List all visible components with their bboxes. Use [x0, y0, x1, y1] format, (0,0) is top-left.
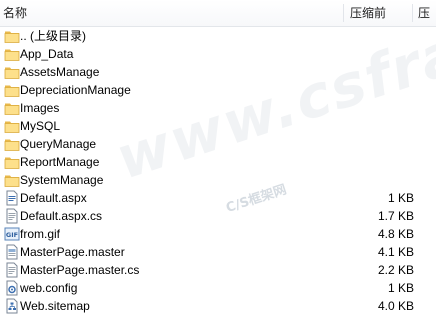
column-divider[interactable] — [343, 4, 344, 22]
column-divider[interactable] — [412, 4, 413, 22]
file-row[interactable]: GIF from.gif 4.8 KB — [0, 225, 436, 243]
column-header-size[interactable]: 压缩前 — [350, 0, 386, 26]
cs-file-icon — [4, 208, 20, 224]
master-file-icon — [4, 244, 20, 260]
file-name: Default.aspx.cs — [20, 209, 103, 223]
file-row[interactable]: Default.aspx 1 KB — [0, 189, 436, 207]
file-row[interactable]: web.config 1 KB — [0, 279, 436, 297]
file-name: from.gif — [20, 227, 61, 241]
folder-row[interactable]: Images — [0, 99, 436, 117]
folder-icon — [4, 100, 20, 116]
file-size: 1 KB — [387, 281, 414, 295]
file-name: QueryManage — [20, 137, 97, 151]
folder-icon — [4, 172, 20, 188]
file-name: MasterPage.master — [20, 245, 125, 259]
folder-row[interactable]: AssetsManage — [0, 63, 436, 81]
folder-row[interactable]: App_Data — [0, 45, 436, 63]
file-size: 4.1 KB — [377, 245, 414, 259]
file-size: 4.0 KB — [377, 299, 414, 313]
file-size: 2.2 KB — [377, 263, 414, 277]
file-row[interactable]: MasterPage.master.cs 2.2 KB — [0, 261, 436, 279]
cs-file-icon — [4, 262, 20, 278]
column-header-name[interactable]: 名称 — [3, 0, 27, 26]
column-header-compressed[interactable]: 压 — [418, 0, 430, 26]
file-size: 1 KB — [387, 191, 414, 205]
gif-file-icon: GIF — [4, 226, 20, 242]
folder-icon — [4, 46, 20, 62]
file-name: SystemManage — [20, 173, 104, 187]
file-row[interactable]: MasterPage.master 4.1 KB — [0, 243, 436, 261]
file-name: ReportManage — [20, 155, 100, 169]
folder-row[interactable]: MySQL — [0, 117, 436, 135]
folder-icon — [4, 28, 20, 44]
aspx-file-icon — [4, 190, 20, 206]
folder-row[interactable]: QueryManage — [0, 135, 436, 153]
config-file-icon — [4, 280, 20, 296]
file-name: Web.sitemap — [20, 299, 90, 313]
folder-icon — [4, 118, 20, 134]
svg-text:GIF: GIF — [6, 231, 18, 239]
file-size: 4.8 KB — [377, 227, 414, 241]
sitemap-file-icon — [4, 298, 20, 314]
folder-icon — [4, 154, 20, 170]
folder-row[interactable]: DepreciationManage — [0, 81, 436, 99]
file-name: MySQL — [20, 119, 61, 133]
file-row[interactable]: Web.sitemap 4.0 KB — [0, 297, 436, 315]
folder-icon — [4, 136, 20, 152]
folder-icon — [4, 64, 20, 80]
file-name: Default.aspx — [20, 191, 87, 205]
file-name: DepreciationManage — [20, 83, 131, 97]
file-name: MasterPage.master.cs — [20, 263, 140, 277]
folder-row[interactable]: ReportManage — [0, 153, 436, 171]
file-name: web.config — [20, 281, 78, 295]
file-name: AssetsManage — [20, 65, 100, 79]
file-name: .. (上级目录) — [20, 29, 86, 43]
file-list: .. (上级目录) App_Data AssetsManage Depreciatio… — [0, 27, 436, 315]
folder-row[interactable]: SystemManage — [0, 171, 436, 189]
file-row[interactable]: Default.aspx.cs 1.7 KB — [0, 207, 436, 225]
file-name: App_Data — [20, 47, 74, 61]
folder-row[interactable]: .. (上级目录) — [0, 27, 436, 45]
column-header: 名称 压缩前 压 — [0, 0, 436, 27]
file-name: Images — [20, 101, 60, 115]
file-size: 1.7 KB — [377, 209, 414, 223]
folder-icon — [4, 82, 20, 98]
